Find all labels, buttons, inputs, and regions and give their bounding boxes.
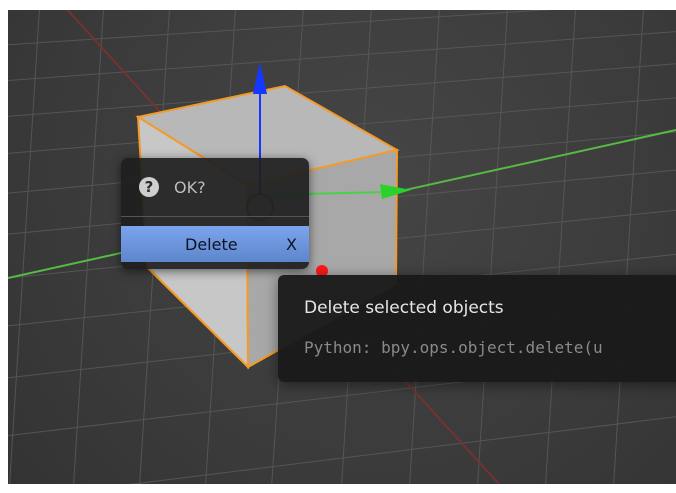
3d-viewport[interactable]: ? OK? Delete X Delete selected objects P… <box>8 10 676 484</box>
help-question-icon: ? <box>139 177 159 197</box>
delete-tooltip: Delete selected objects Python: bpy.ops.… <box>278 275 676 382</box>
delete-menu-item[interactable]: Delete X <box>121 226 309 262</box>
popup-divider <box>121 216 309 217</box>
blender-window: ? OK? Delete X Delete selected objects P… <box>0 0 676 493</box>
delete-shortcut: X <box>286 234 297 254</box>
tooltip-description: Delete selected objects <box>304 298 504 318</box>
tooltip-python-command: Python: bpy.ops.object.delete(u <box>304 338 603 357</box>
delete-label: Delete <box>185 234 238 254</box>
popup-title: OK? <box>174 177 206 197</box>
z-arrow-icon <box>253 62 267 94</box>
popup-title-row: ? OK? <box>139 173 289 201</box>
scene-canvas <box>8 10 676 484</box>
delete-confirmation-popup: ? OK? Delete X <box>121 158 309 269</box>
